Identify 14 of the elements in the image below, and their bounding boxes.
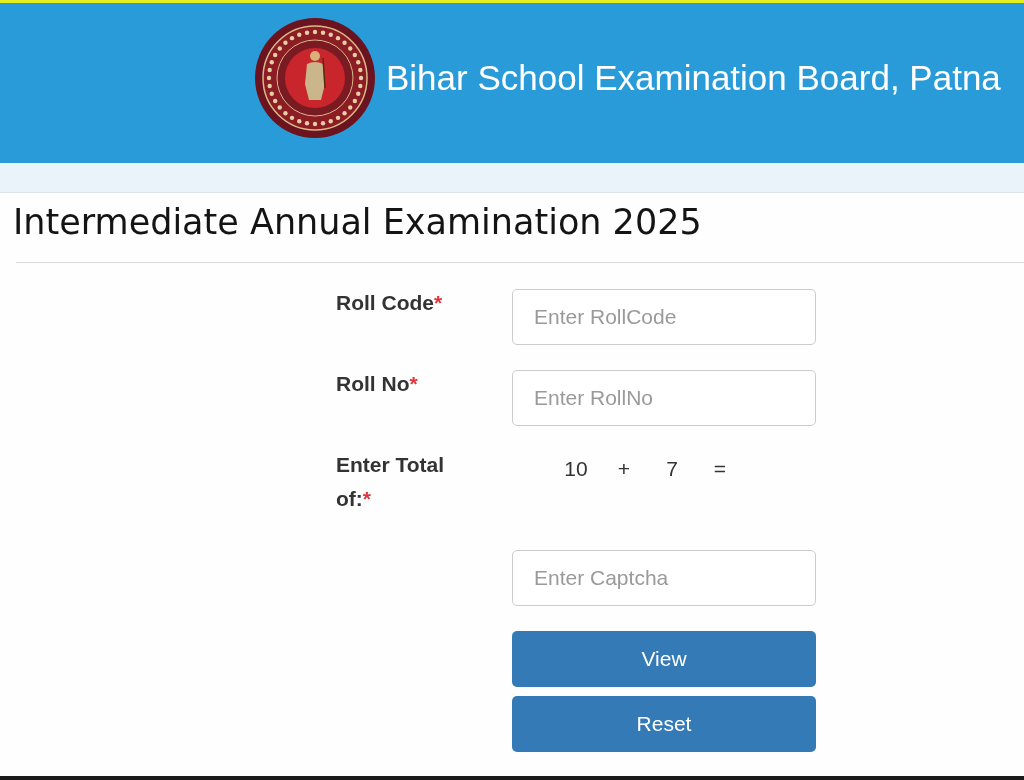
text-input-field[interactable]: Enter RollCode <box>512 289 816 345</box>
captcha-equals-sign: = <box>712 456 728 482</box>
form-button[interactable]: Reset <box>512 696 816 752</box>
field-label: Roll Code* <box>336 290 444 316</box>
captcha-number: 7 <box>665 456 679 482</box>
page-title: Intermediate Annual Examination 2025 <box>13 202 702 242</box>
text-input-field[interactable]: Enter RollNo <box>512 370 816 426</box>
board-title: Bihar School Examination Board, Patna <box>386 58 1001 98</box>
captcha-input-field[interactable]: Enter Captcha <box>512 550 816 606</box>
captcha-operator: + <box>616 456 632 482</box>
captcha-number: 10 <box>563 456 589 482</box>
form-button[interactable]: View <box>512 631 816 687</box>
field-label: Enter Total of:* <box>336 452 446 512</box>
field-label: Roll No* <box>336 371 419 397</box>
